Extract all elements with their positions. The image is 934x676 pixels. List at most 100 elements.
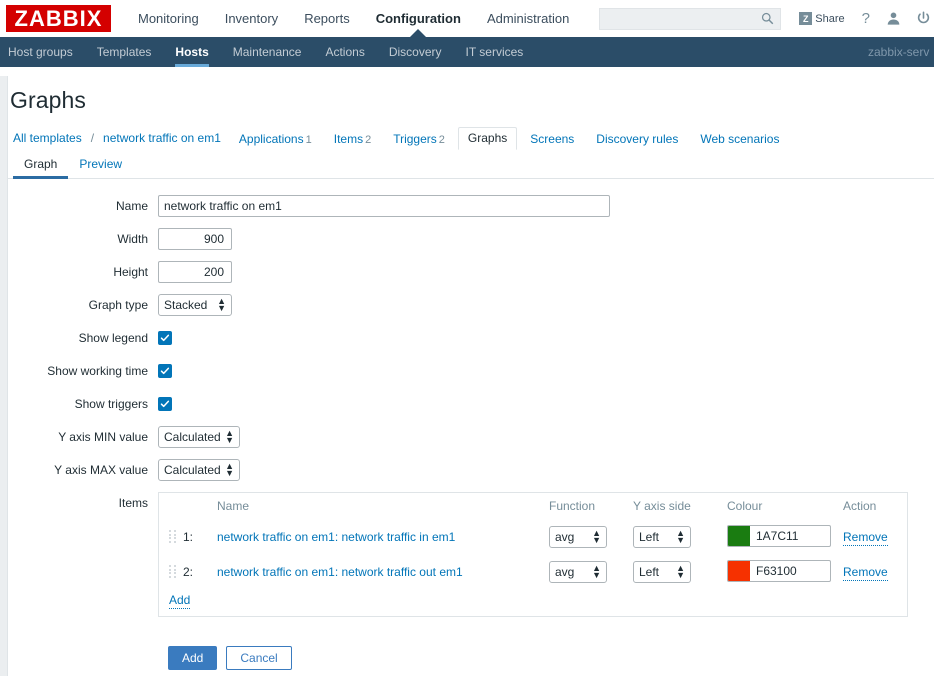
subnav-item-templates[interactable]: Templates [85,37,164,67]
field-row-width: Width [0,228,934,250]
subnav-item-host-groups[interactable]: Host groups [0,37,85,67]
share-label: Share [815,12,845,25]
objtab-discovery-rules[interactable]: Discovery rules [587,129,687,150]
y-axis-min-select[interactable]: Calculated [158,426,240,448]
graph-type-select[interactable]: Stacked [158,294,232,316]
user-icon[interactable] [886,11,901,26]
search-input[interactable] [606,8,757,29]
table-row: 1: network traffic on em1: network traff… [159,519,907,554]
check-icon [160,400,170,408]
name-input[interactable] [158,195,610,217]
drag-handle-icon[interactable] [169,530,176,543]
objtab-web-scenarios[interactable]: Web scenarios [691,129,788,150]
objtab-web-scenarios-label: Web scenarios [700,132,780,146]
y-axis-max-select[interactable]: Calculated [158,459,240,481]
form-tabs: Graph Preview [0,150,934,179]
menu-item-configuration[interactable]: Configuration [363,0,474,37]
graph-form: Name Width Height Graph type Stacked [0,179,934,670]
show-triggers-checkbox[interactable] [158,397,172,411]
label-height: Height [113,265,148,279]
menu-item-inventory[interactable]: Inventory [212,0,291,37]
server-name-label: zabbix-serv [868,45,930,59]
subnav-item-maintenance[interactable]: Maintenance [221,37,314,67]
breadcrumb-current-template[interactable]: network traffic on em1 [103,131,230,150]
header-actions: Z Share ? [599,0,934,37]
field-row-y-axis-min: Y axis MIN value Calculated ▲ ▼ [0,426,934,448]
field-row-show-triggers: Show triggers [0,393,934,415]
menu-item-reports[interactable]: Reports [291,0,363,37]
y-axis-side-select[interactable]: Left [633,525,691,548]
colour-field[interactable] [727,559,831,582]
add-item-link[interactable]: Add [169,593,191,609]
objtab-items[interactable]: Items 2 [325,129,380,150]
remove-link[interactable]: Remove [843,564,888,581]
objtab-applications[interactable]: Applications 1 [230,129,321,150]
objtab-graphs[interactable]: Graphs [457,127,518,150]
colour-input[interactable] [750,525,824,546]
column-header-colour: Colour [727,499,763,513]
height-input[interactable] [158,261,232,283]
width-input[interactable] [158,228,232,250]
top-header: ZABBIX Monitoring Inventory Reports Conf… [0,0,934,37]
label-items: Items [118,496,148,510]
subnav-item-it-services[interactable]: IT services [454,37,536,67]
function-select[interactable]: avg [549,525,607,548]
logout-power-icon[interactable] [916,11,931,26]
objtab-applications-count: 1 [305,134,312,146]
search-icon[interactable] [761,12,774,28]
colour-input[interactable] [750,560,824,581]
tab-preview[interactable]: Preview [68,150,133,178]
item-name-link[interactable]: network traffic on em1: network traffic … [217,530,455,544]
objtab-applications-label: Applications [238,132,304,146]
colour-field[interactable] [727,524,831,547]
table-row: 2: network traffic on em1: network traff… [159,554,907,589]
field-row-graph-type: Graph type Stacked ▲ ▼ [0,294,934,316]
form-actions: Add Cancel [0,628,934,670]
add-button[interactable]: Add [168,646,218,670]
function-select[interactable]: avg [549,560,607,583]
cancel-button[interactable]: Cancel [226,646,292,670]
collapsed-sidebar-strip [0,76,8,676]
menu-item-monitoring[interactable]: Monitoring [125,0,212,37]
objtab-screens[interactable]: Screens [521,129,583,150]
check-icon [160,367,170,375]
label-y-axis-min: Y axis MIN value [58,430,148,444]
colour-swatch[interactable] [728,560,750,581]
subnav-item-discovery[interactable]: Discovery [377,37,454,67]
column-header-y-axis-side: Y axis side [633,499,691,513]
objtab-triggers-label: Triggers [393,132,437,146]
share-badge-icon: Z [799,12,813,25]
tab-graph[interactable]: Graph [13,150,69,179]
drag-handle-icon[interactable] [169,565,176,578]
search-box[interactable] [599,7,782,30]
objtab-triggers[interactable]: Triggers 2 [384,129,454,150]
share-button[interactable]: Z Share [799,12,845,25]
item-name-link[interactable]: network traffic on em1: network traffic … [217,565,463,579]
breadcrumb-separator: / [90,131,95,145]
objtab-triggers-count: 2 [438,134,445,146]
field-row-items: Items Name Function Y axis side Colour A… [0,492,934,617]
breadcrumb-all-templates[interactable]: All templates [13,131,91,150]
column-header-action: Action [843,499,877,513]
zabbix-logo[interactable]: ZABBIX [6,5,111,32]
items-add-row: Add [159,589,907,616]
y-axis-side-select[interactable]: Left [633,560,691,583]
items-table-header: Name Function Y axis side Colour Action [159,493,907,519]
show-legend-checkbox[interactable] [158,331,172,345]
menu-item-administration[interactable]: Administration [474,0,582,37]
objtab-discovery-rules-label: Discovery rules [596,132,679,146]
objtab-items-label: Items [333,132,364,146]
items-table: Name Function Y axis side Colour Action [158,492,908,617]
show-working-time-checkbox[interactable] [158,364,172,378]
field-row-show-legend: Show legend [0,327,934,349]
field-row-y-axis-max: Y axis MAX value Calculated ▲ ▼ [0,459,934,481]
subnav-item-hosts[interactable]: Hosts [163,37,220,67]
remove-link[interactable]: Remove [843,529,888,546]
label-y-axis-max: Y axis MAX value [54,463,148,477]
label-show-triggers: Show triggers [74,397,148,411]
help-icon[interactable]: ? [862,10,870,27]
check-icon [160,334,170,342]
colour-swatch[interactable] [728,525,750,546]
main-menu: Monitoring Inventory Reports Configurati… [125,0,582,37]
subnav-item-actions[interactable]: Actions [313,37,376,67]
